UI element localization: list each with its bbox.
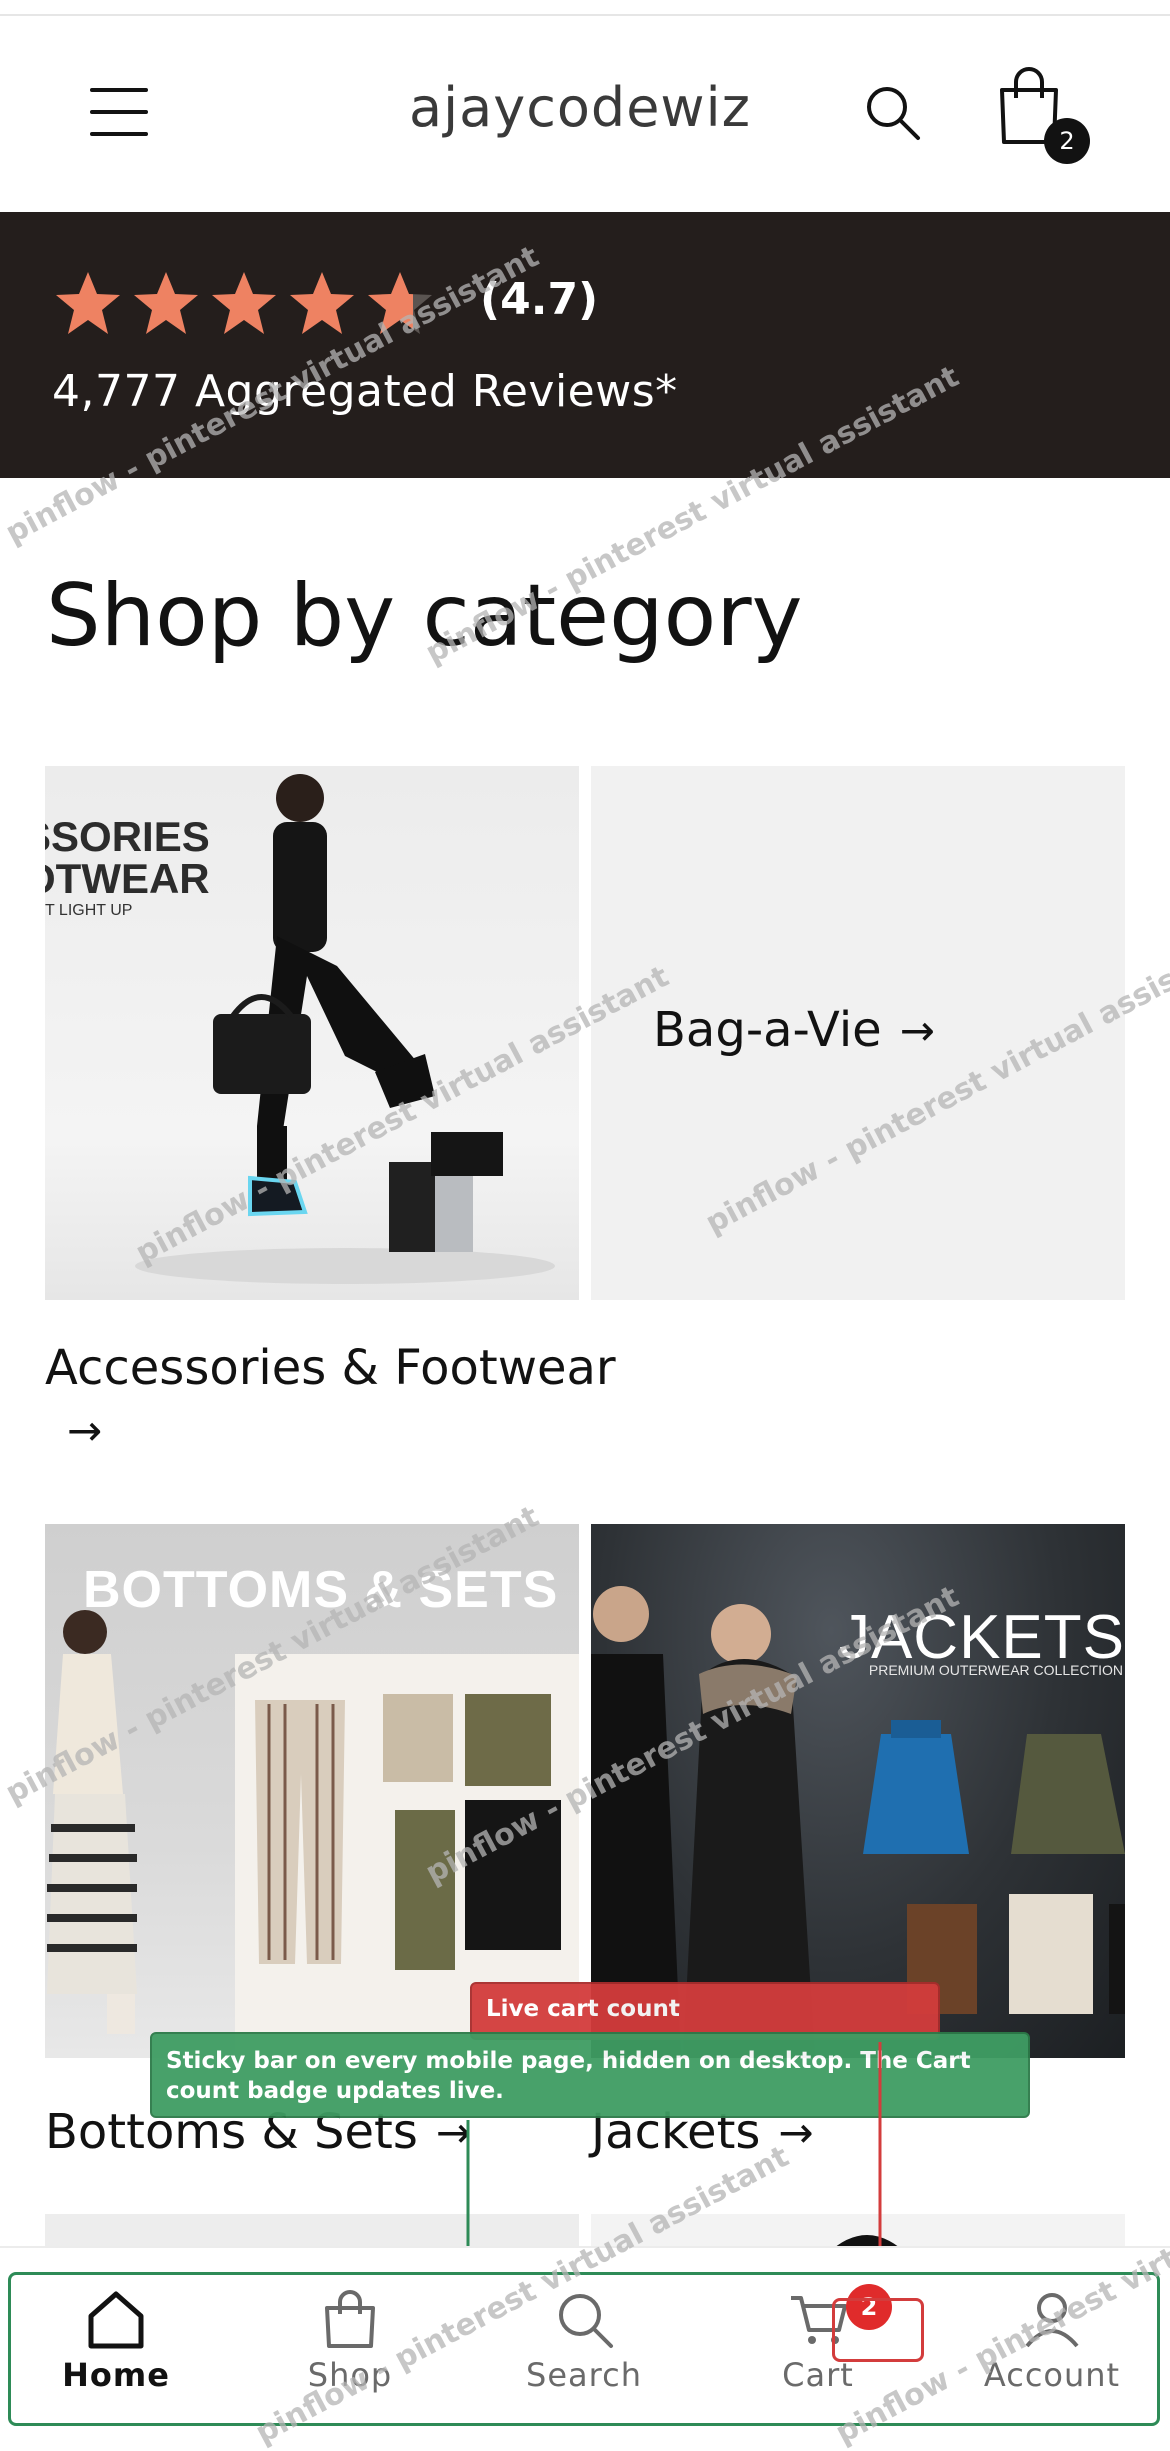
shopping-bag-icon <box>325 2290 375 2348</box>
star-icon <box>290 272 354 334</box>
annotation-cart-highlight <box>832 2298 924 2362</box>
cart-bag-button[interactable]: 2 <box>994 64 1090 168</box>
rating-value: (4.7) <box>480 274 599 325</box>
menu-icon[interactable] <box>90 86 148 138</box>
home-icon <box>88 2291 144 2349</box>
star-icon <box>368 272 432 334</box>
nav-label-home: Home <box>62 2356 170 2394</box>
category-image-bottoms[interactable]: BOTTOMS & SETS <box>45 1524 579 2058</box>
nav-label-account: Account <box>983 2356 1121 2394</box>
rating-banner: (4.7) 4,777 Aggregated Reviews* <box>0 212 1170 478</box>
star-icon <box>212 272 276 334</box>
nav-shop[interactable]: Shop <box>250 2288 450 2418</box>
account-icon <box>1025 2293 1079 2348</box>
status-strip <box>0 0 1170 16</box>
model-with-handbag-illustration <box>135 774 555 1284</box>
search-icon[interactable] <box>862 82 922 142</box>
category-link-bag-a-vie[interactable]: Bag-a-Vie → <box>653 1002 935 1058</box>
section-title: Shop by category <box>46 566 803 666</box>
star-icon <box>134 272 198 334</box>
search-icon <box>559 2294 613 2348</box>
site-header: ajaycodewiz 2 <box>0 16 1170 210</box>
mobile-bottom-nav: Home Shop Search 2 Cart Account <box>0 2246 1170 2434</box>
annotation-sticky-bar: Sticky bar on every mobile page, hidden … <box>150 2032 1030 2118</box>
category-image-accessories[interactable]: SSORIESOTWEAR T LIGHT UP <box>45 766 579 1300</box>
category-label: Bag-a-Vie <box>653 1002 882 1058</box>
image-caption: BOTTOMS & SETS <box>83 1561 559 1619</box>
nav-account[interactable]: Account <box>952 2288 1152 2418</box>
star-rating <box>52 268 436 340</box>
category-link-accessories[interactable]: Accessories & Footwear → <box>45 1340 616 1455</box>
category-label: Accessories & Footwear <box>45 1340 616 1396</box>
arrow-right-icon: → <box>899 1005 935 1055</box>
review-count: 4,777 Aggregated Reviews* <box>52 366 678 417</box>
cart-count-badge: 2 <box>1044 118 1090 164</box>
nav-search[interactable]: Search <box>484 2288 684 2418</box>
category-card-bag-a-vie[interactable]: Bag-a-Vie → <box>591 766 1125 1300</box>
category-image-jackets[interactable]: JACKETS PREMIUM OUTERWEAR COLLECTION <box>591 1524 1125 2058</box>
star-icon <box>56 272 120 334</box>
arrow-right-icon: → <box>67 1406 103 1455</box>
image-caption-small: PREMIUM OUTERWEAR COLLECTION <box>868 1662 1123 1678</box>
nav-label-search: Search <box>526 2356 642 2394</box>
nav-home[interactable]: Home <box>16 2288 216 2418</box>
brand-logo-text[interactable]: ajaycodewiz <box>380 76 780 139</box>
nav-label-shop: Shop <box>307 2356 393 2394</box>
